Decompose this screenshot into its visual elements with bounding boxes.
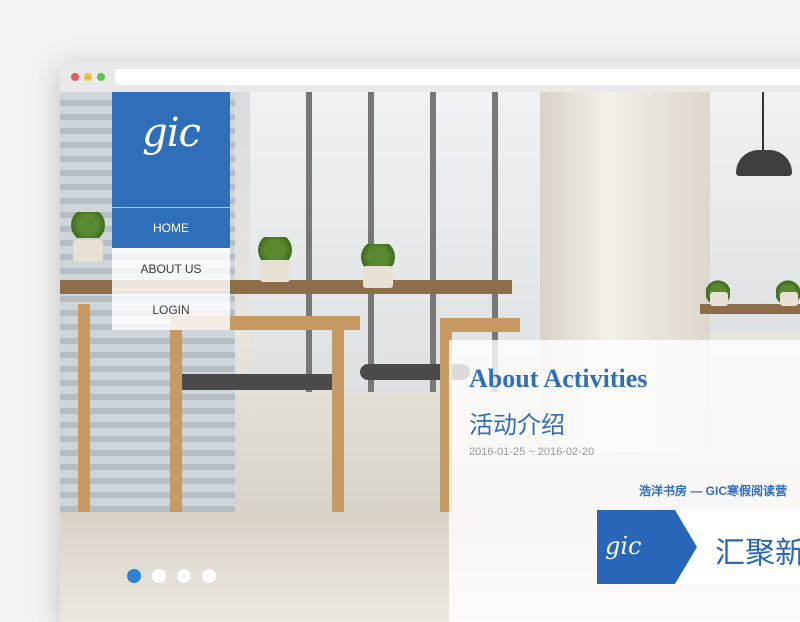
main-nav: HOME ABOUT US LOGIN xyxy=(112,207,230,330)
pendant-lamp-cord xyxy=(762,92,764,152)
close-window-dot[interactable] xyxy=(71,73,79,81)
address-bar[interactable] xyxy=(115,69,800,85)
activity-title-cn: 活动介绍 xyxy=(469,412,565,439)
browser-window: gic HOME ABOUT US LOGIN About Activities… xyxy=(60,62,800,622)
plant-pot xyxy=(363,266,393,288)
nav-login[interactable]: LOGIN xyxy=(112,289,230,330)
slide-dot-1[interactable] xyxy=(127,569,141,583)
site-logo[interactable]: gic xyxy=(112,92,230,207)
activity-banner[interactable]: gic 汇聚新 xyxy=(597,510,800,584)
banner-text: 汇聚新 xyxy=(715,536,800,571)
slide-dot-4[interactable] xyxy=(202,569,216,583)
slide-dot-2[interactable] xyxy=(152,569,166,583)
activity-panel: About Activities 活动介绍 2016-01-25 ~ 2016-… xyxy=(449,340,800,622)
nav-home[interactable]: HOME xyxy=(112,207,230,248)
maximize-window-dot[interactable] xyxy=(97,73,105,81)
stool-seat xyxy=(172,374,342,390)
minimize-window-dot[interactable] xyxy=(84,73,92,81)
nav-about-us[interactable]: ABOUT US xyxy=(112,248,230,289)
plant-pot xyxy=(73,240,103,262)
hero-slideshow: gic HOME ABOUT US LOGIN About Activities… xyxy=(60,92,800,622)
plant-pot xyxy=(710,292,728,306)
activity-date-range: 2016-01-25 ~ 2016-02-20 xyxy=(469,446,595,458)
plant-pot xyxy=(260,260,290,282)
browser-toolbar xyxy=(60,62,800,92)
activity-title-en[interactable]: About Activities xyxy=(469,364,647,394)
logo-text: gic xyxy=(142,110,201,156)
banner-logo: gic xyxy=(605,532,642,560)
slider-pagination xyxy=(127,569,227,583)
slide-dot-3[interactable] xyxy=(177,569,191,583)
activity-tagline[interactable]: 浩洋书房 — GIC寒假阅读营 xyxy=(639,482,787,499)
plant-leaves xyxy=(68,212,108,238)
stool-back xyxy=(440,318,520,332)
plant-pot xyxy=(780,292,798,306)
